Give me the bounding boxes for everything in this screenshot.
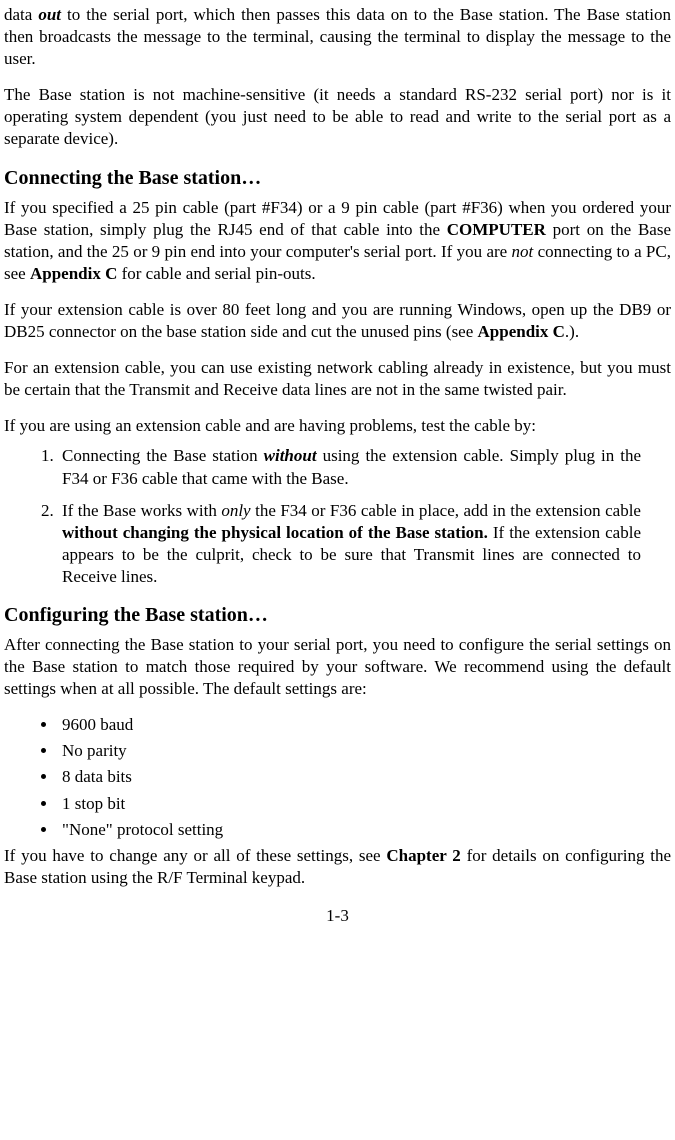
list-item-stopbit: 1 stop bit	[58, 793, 671, 815]
emphasis-out: out	[38, 5, 61, 24]
paragraph-network-cabling: For an extension cable, you can use exis…	[4, 357, 671, 401]
paragraph-change-settings: If you have to change any or all of thes…	[4, 845, 671, 889]
paragraph-test-cable: If you are using an extension cable and …	[4, 415, 671, 437]
emphasis-without: without	[264, 446, 317, 465]
emphasis-computer: COMPUTER	[447, 220, 546, 239]
paragraph-intro: data out to the serial port, which then …	[4, 4, 671, 70]
emphasis-not: not	[512, 242, 534, 261]
list-item-protocol: "None" protocol setting	[58, 819, 671, 841]
list-item-databits: 8 data bits	[58, 766, 671, 788]
emphasis-chapter-2: Chapter 2	[386, 846, 460, 865]
emphasis-appendix-c-2: Appendix C	[478, 322, 565, 341]
heading-configuring: Configuring the Base station…	[4, 602, 671, 628]
heading-connecting: Connecting the Base station…	[4, 165, 671, 191]
emphasis-only: only	[221, 501, 250, 520]
list-item-step-2: If the Base works with only the F34 or F…	[58, 500, 671, 588]
emphasis-appendix-c-1: Appendix C	[30, 264, 117, 283]
page-number: 1-3	[4, 905, 671, 927]
paragraph-extension-80ft: If your extension cable is over 80 feet …	[4, 299, 671, 343]
ordered-list-steps: Connecting the Base station without usin…	[4, 445, 671, 588]
list-item-parity: No parity	[58, 740, 671, 762]
emphasis-without-changing: without changing the physical location o…	[62, 523, 488, 542]
paragraph-cable-spec: If you specified a 25 pin cable (part #F…	[4, 197, 671, 285]
list-item-step-1: Connecting the Base station without usin…	[58, 445, 671, 489]
bullet-list-settings: 9600 baud No parity 8 data bits 1 stop b…	[4, 714, 671, 840]
paragraph-configure-intro: After connecting the Base station to you…	[4, 634, 671, 700]
paragraph-rs232: The Base station is not machine-sensitiv…	[4, 84, 671, 150]
list-item-baud: 9600 baud	[58, 714, 671, 736]
